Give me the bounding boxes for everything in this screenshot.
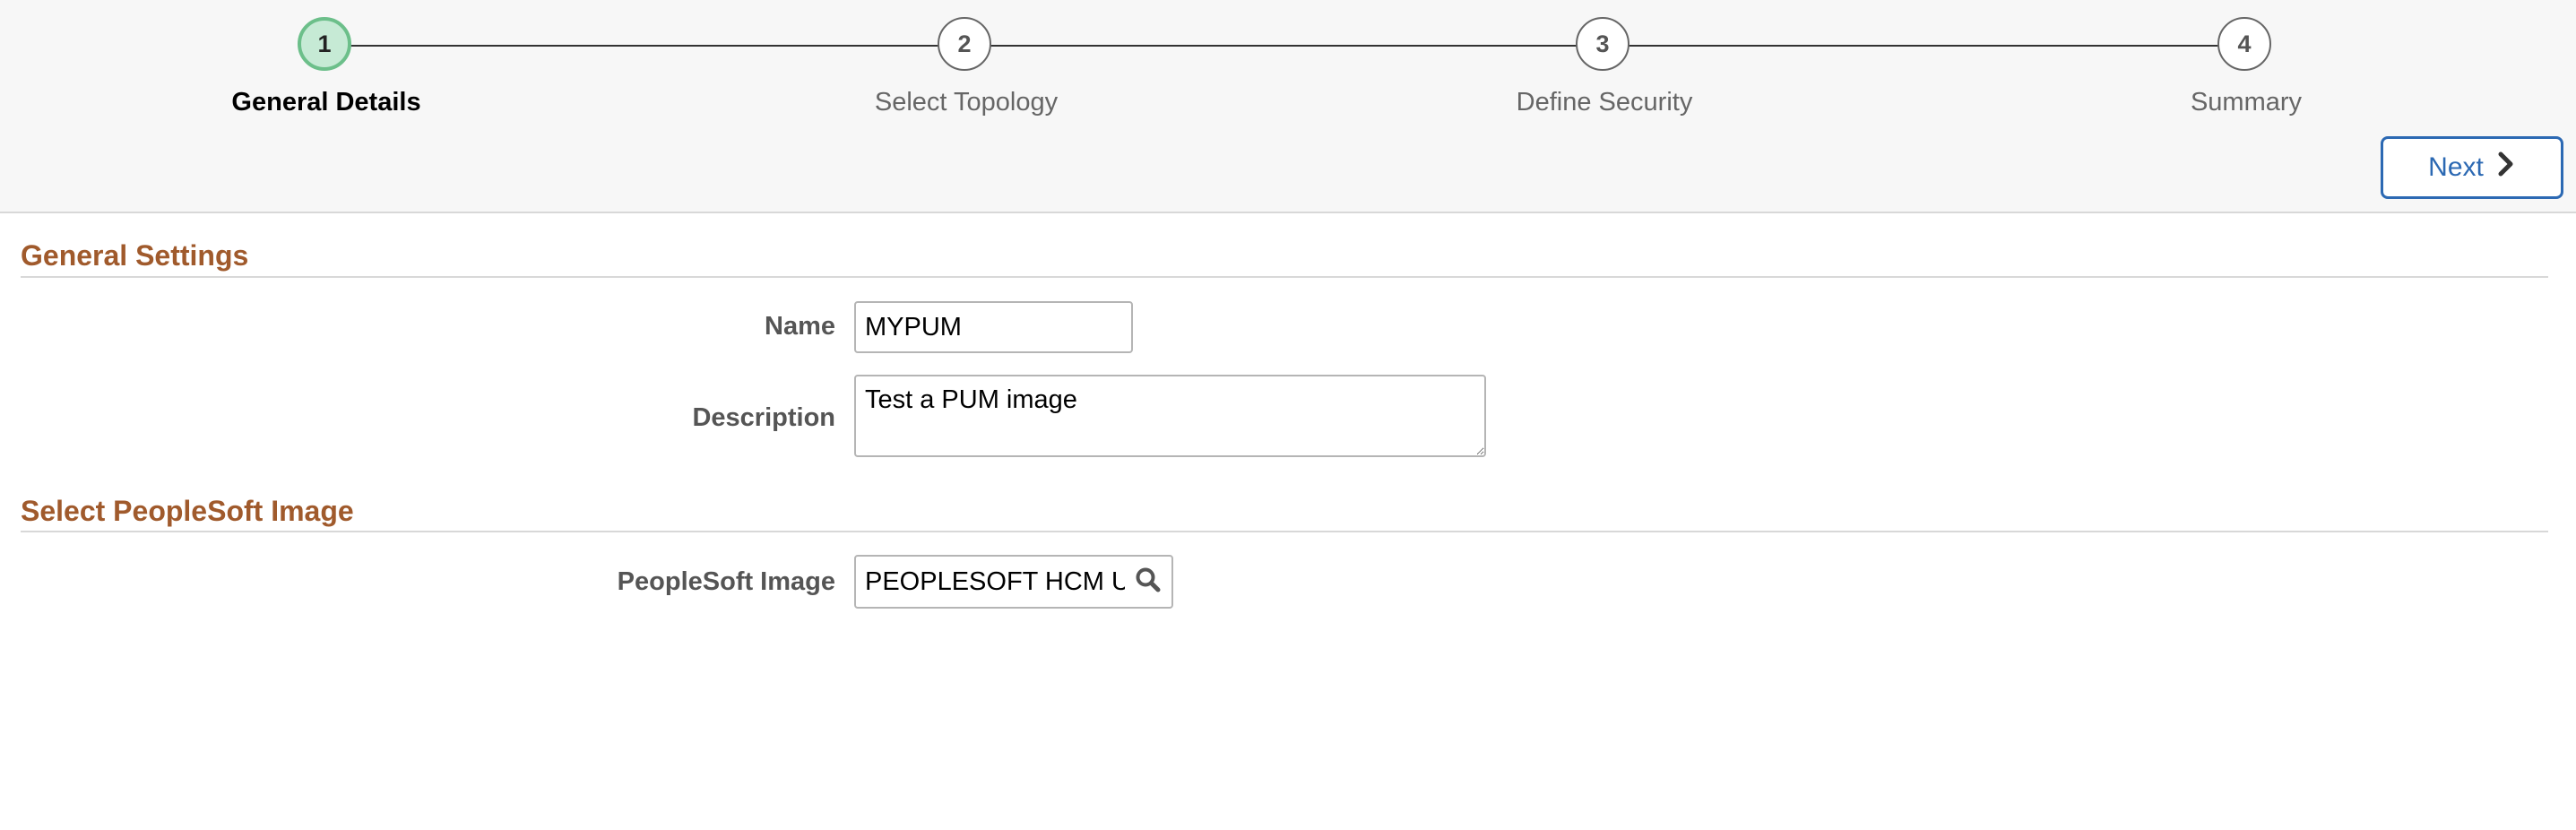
- next-button[interactable]: Next: [2381, 136, 2563, 199]
- name-field[interactable]: [854, 301, 1133, 353]
- step-number-badge[interactable]: 2: [938, 17, 991, 71]
- chevron-right-icon: [2496, 151, 2516, 184]
- name-label: Name: [765, 312, 835, 341]
- step-number-badge[interactable]: 4: [2217, 17, 2271, 71]
- section-divider: [21, 531, 2548, 532]
- step-number-badge[interactable]: 3: [1576, 17, 1629, 71]
- peoplesoft-image-label: PeopleSoft Image: [617, 567, 835, 596]
- description-label: Description: [692, 403, 835, 432]
- train-header: 1 General Details 2 Select Topology 3 De…: [0, 0, 2576, 213]
- description-field[interactable]: Test a PUM image: [854, 375, 1486, 457]
- step-label[interactable]: Define Security: [1470, 88, 1739, 117]
- section-divider: [21, 276, 2548, 278]
- lookup-button[interactable]: [1125, 557, 1171, 607]
- step-label[interactable]: General Details: [192, 88, 461, 117]
- search-icon: [1135, 566, 1162, 598]
- step-label[interactable]: Select Topology: [832, 88, 1101, 117]
- section-title-general-settings: General Settings: [21, 239, 249, 272]
- next-button-label: Next: [2428, 152, 2484, 182]
- peoplesoft-image-lookup: [854, 555, 1173, 609]
- section-title-select-image: Select PeopleSoft Image: [21, 495, 354, 527]
- peoplesoft-image-field[interactable]: [856, 557, 1125, 607]
- train-connector-line: [324, 45, 2244, 47]
- step-number-badge[interactable]: 1: [298, 17, 351, 71]
- step-label[interactable]: Summary: [2112, 88, 2381, 117]
